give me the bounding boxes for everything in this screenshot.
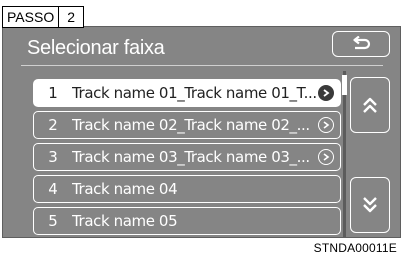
scrollbar-thumb[interactable] <box>342 75 347 95</box>
chevron-right-icon[interactable] <box>318 85 334 101</box>
track-row-5[interactable]: 5 Track name 05 <box>33 207 341 235</box>
track-number: 4 <box>48 180 58 198</box>
double-chevron-up-icon <box>363 97 377 113</box>
track-name: Track name 01_Track name 01_T... <box>72 84 317 102</box>
step-number: 2 <box>59 7 83 27</box>
chevron-right-icon[interactable] <box>318 149 334 165</box>
track-number: 3 <box>48 148 58 166</box>
track-name: Track name 03_Track name 03_... <box>72 148 310 166</box>
back-button[interactable] <box>332 31 390 57</box>
back-arrow-icon <box>353 36 371 50</box>
figure-caption: STNDA00011E <box>313 241 397 255</box>
track-row-2[interactable]: 2 Track name 02_Track name 02_... <box>33 111 341 139</box>
title-divider <box>21 65 383 66</box>
screen: Selecionar faixa 1 Track name 01_Track n… <box>2 26 401 238</box>
step-word: PASSO <box>3 7 60 27</box>
track-row-3[interactable]: 3 Track name 03_Track name 03_... <box>33 143 341 171</box>
double-chevron-down-icon <box>363 197 377 213</box>
screen-title: Selecionar faixa <box>27 37 165 59</box>
track-name: Track name 05 <box>72 212 178 230</box>
track-row-1[interactable]: 1 Track name 01_Track name 01_T... <box>33 79 341 107</box>
track-name: Track name 04 <box>72 180 178 198</box>
track-number: 5 <box>48 212 58 230</box>
scroll-down-button[interactable] <box>350 177 390 233</box>
scroll-up-button[interactable] <box>350 77 390 133</box>
scrollbar-track[interactable] <box>343 71 346 237</box>
track-row-4[interactable]: 4 Track name 04 <box>33 175 341 203</box>
track-number: 2 <box>48 116 58 134</box>
chevron-right-icon[interactable] <box>318 117 334 133</box>
track-name: Track name 02_Track name 02_... <box>72 116 310 134</box>
track-number: 1 <box>48 84 58 102</box>
step-label: PASSO 2 <box>2 6 84 28</box>
